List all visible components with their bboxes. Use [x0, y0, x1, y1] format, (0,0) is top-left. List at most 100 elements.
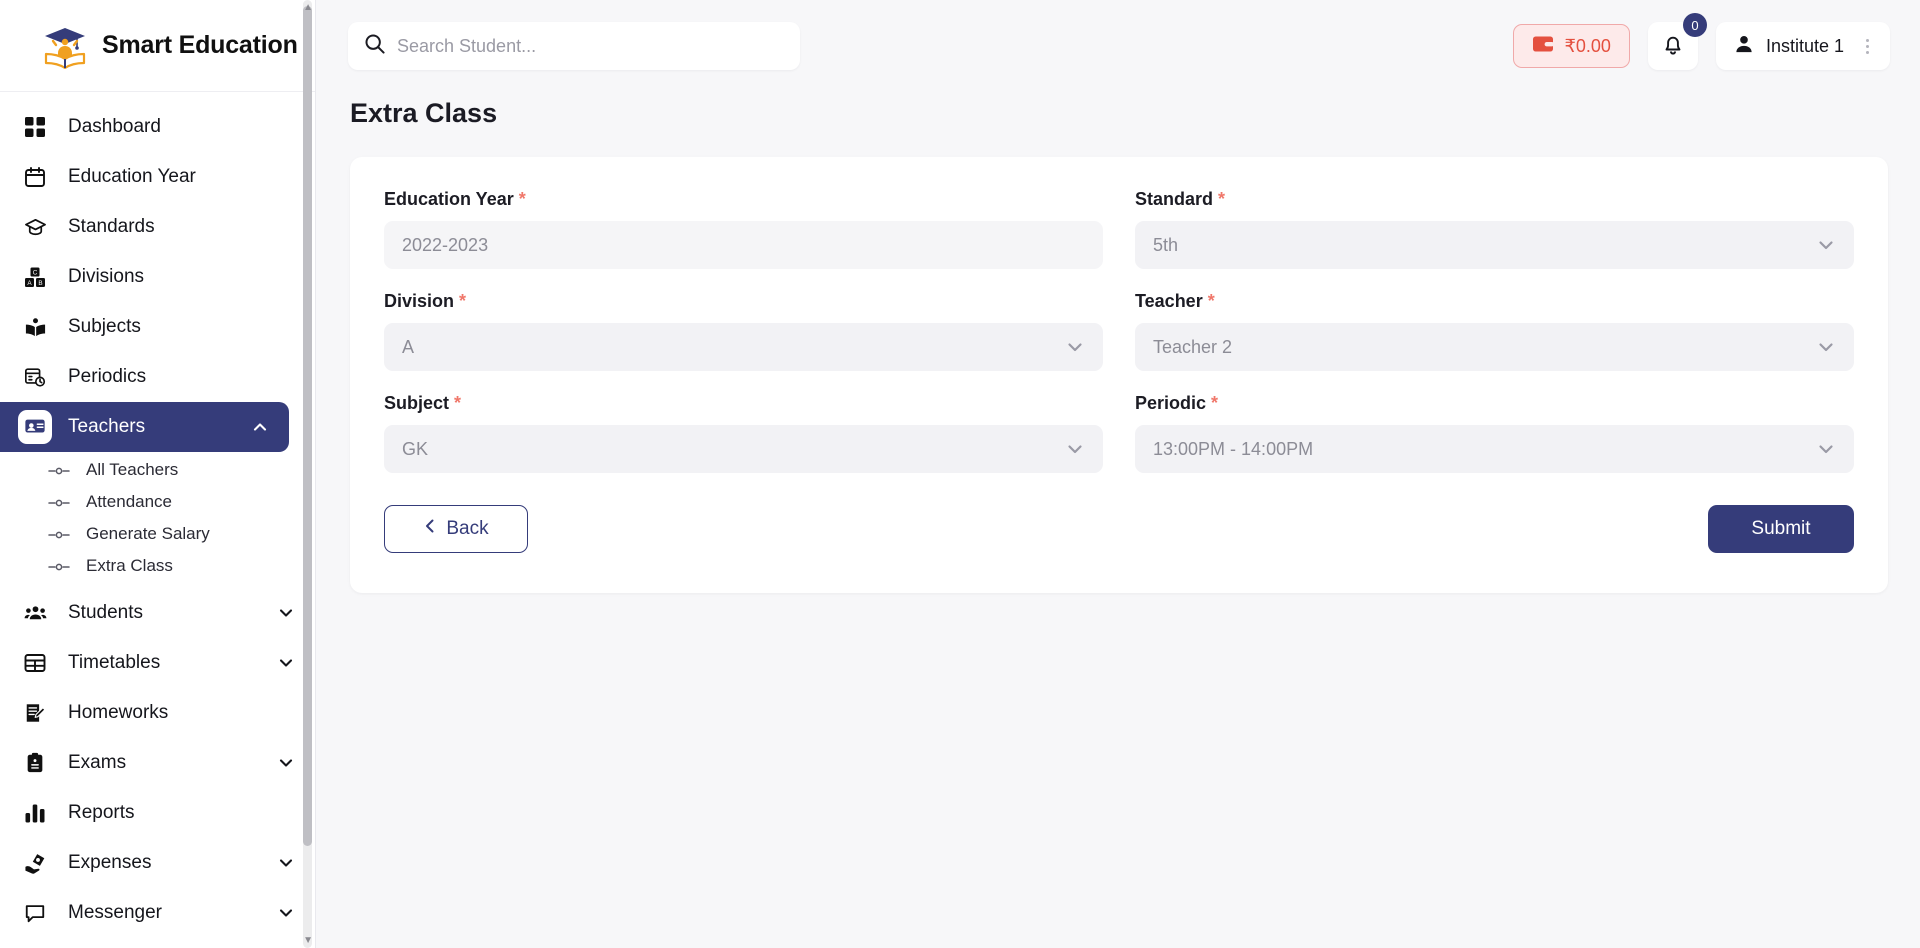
sidebar-item-education-year[interactable]: Education Year: [0, 152, 315, 202]
periodic-select[interactable]: 13:00PM - 14:00PM: [1135, 425, 1854, 473]
submenu-item-generate-salary[interactable]: Generate Salary: [0, 518, 315, 550]
field-subject: Subject * GK: [384, 393, 1103, 495]
clipboard-icon: [18, 746, 52, 780]
user-icon: [1734, 34, 1754, 59]
field-education-year: Education Year * 2022-2023: [384, 189, 1103, 291]
open-book-icon: [18, 310, 52, 344]
table-icon: [18, 646, 52, 680]
search-bar[interactable]: [348, 22, 800, 70]
field-value: Teacher 2: [1153, 336, 1233, 357]
sidebar-item-exams[interactable]: Exams: [0, 738, 315, 788]
app-root: Smart Education Dashboard Education Year…: [0, 0, 1920, 948]
field-label: Education Year *: [384, 189, 1103, 210]
sidebar-item-label: Messenger: [68, 902, 162, 923]
education-year-input[interactable]: 2022-2023: [384, 221, 1103, 269]
subject-select[interactable]: GK: [384, 425, 1103, 473]
sidebar-item-label: Teachers: [68, 416, 146, 437]
label-text: Education Year: [384, 189, 514, 209]
bell-icon: [1661, 32, 1685, 61]
topbar: ₹0.00 0: [316, 0, 1920, 92]
sidebar-item-label: Divisions: [68, 266, 145, 287]
search-input[interactable]: [397, 35, 784, 57]
svg-text:A: A: [27, 280, 32, 287]
sidebar-item-standards[interactable]: Standards: [0, 202, 315, 252]
sidebar-item-timetables[interactable]: Timetables: [0, 638, 315, 688]
submenu-item-all-teachers[interactable]: All Teachers: [0, 454, 315, 486]
sidebar-nav: Dashboard Education Year Standards C A B…: [0, 92, 315, 938]
division-select[interactable]: A: [384, 323, 1103, 371]
field-value: GK: [402, 438, 429, 459]
svg-text:B: B: [38, 280, 42, 287]
sidebar-item-label: Dashboard: [68, 116, 161, 137]
field-label: Periodic *: [1135, 393, 1854, 414]
teacher-select[interactable]: Teacher 2: [1135, 323, 1854, 371]
bar-chart-icon: [18, 796, 52, 830]
required-asterisk: *: [459, 291, 467, 311]
field-standard: Standard * 5th: [1135, 189, 1854, 291]
required-asterisk: *: [518, 189, 526, 209]
required-asterisk: *: [1211, 393, 1219, 413]
field-value: A: [402, 336, 415, 357]
sidebar-item-label: Reports: [68, 802, 135, 823]
page-title: Extra Class: [350, 98, 498, 128]
sidebar-item-expenses[interactable]: Expenses: [0, 838, 315, 888]
back-button[interactable]: Back: [384, 505, 528, 553]
teachers-submenu: All Teachers Attendance Generate Salary …: [0, 452, 315, 588]
sidebar-item-label: Subjects: [68, 316, 141, 337]
grid-icon: [18, 110, 52, 144]
scroll-down-arrow-icon[interactable]: ▼: [303, 935, 313, 946]
sidebar-item-students[interactable]: Students: [0, 588, 315, 638]
schedule-clock-icon: [18, 360, 52, 394]
sidebar-item-label: Education Year: [68, 166, 196, 187]
account-menu[interactable]: Institute 1: [1715, 22, 1890, 70]
sidebar-item-label: Expenses: [68, 852, 152, 873]
chevron-down-icon: [277, 854, 295, 872]
sidebar-item-subjects[interactable]: Subjects: [0, 302, 315, 352]
field-label: Subject *: [384, 393, 1103, 414]
sidebar-item-label: Timetables: [68, 652, 161, 673]
kebab-menu-icon[interactable]: [1856, 38, 1878, 54]
bullet-node-icon: [48, 528, 74, 540]
submenu-item-attendance[interactable]: Attendance: [0, 486, 315, 518]
sidebar-item-dashboard[interactable]: Dashboard: [0, 102, 315, 152]
required-asterisk: *: [1207, 291, 1215, 311]
brand[interactable]: Smart Education: [0, 0, 315, 92]
chevron-left-icon: [423, 518, 437, 540]
submenu-item-label: Attendance: [86, 492, 173, 511]
chevron-down-icon: [1816, 235, 1836, 255]
sidebar-item-homeworks[interactable]: Homeworks: [0, 688, 315, 738]
teacher-board-icon: [18, 410, 52, 444]
graduation-cap-icon: [18, 210, 52, 244]
chevron-down-icon: [1816, 337, 1836, 357]
submit-button[interactable]: Submit: [1708, 505, 1854, 553]
sidebar-item-label: Exams: [68, 752, 127, 773]
sidebar-item-reports[interactable]: Reports: [0, 788, 315, 838]
form-actions: Back Submit: [384, 495, 1854, 553]
bullet-node-icon: [48, 496, 74, 508]
wallet-amount: ₹0.00: [1564, 35, 1611, 56]
wallet-button[interactable]: ₹0.00: [1513, 24, 1630, 68]
users-icon: [18, 596, 52, 630]
field-label: Standard *: [1135, 189, 1854, 210]
sidebar-item-periodics[interactable]: Periodics: [0, 352, 315, 402]
sidebar-item-divisions[interactable]: C A B Divisions: [0, 252, 315, 302]
hand-money-icon: [18, 846, 52, 880]
sidebar-item-teachers[interactable]: Teachers: [0, 402, 289, 452]
label-text: Periodic: [1135, 393, 1207, 413]
chevron-down-icon: [1065, 337, 1085, 357]
submenu-item-extra-class[interactable]: Extra Class: [0, 550, 315, 582]
standard-select[interactable]: 5th: [1135, 221, 1854, 269]
label-text: Teacher: [1135, 291, 1203, 311]
submenu-item-label: All Teachers: [86, 460, 179, 479]
field-label: Teacher *: [1135, 291, 1854, 312]
scroll-up-arrow-icon[interactable]: ▲: [303, 2, 313, 13]
chevron-down-icon: [1065, 439, 1085, 459]
label-text: Subject: [384, 393, 450, 413]
notifications[interactable]: 0: [1647, 13, 1707, 70]
brand-name: Smart Education: [102, 31, 298, 59]
chevron-down-icon: [1816, 439, 1836, 459]
sidebar-item-messenger[interactable]: Messenger: [0, 888, 315, 938]
sidebar-scrollbar-thumb[interactable]: [303, 6, 312, 846]
field-label: Division *: [384, 291, 1103, 312]
field-periodic: Periodic * 13:00PM - 14:00PM: [1135, 393, 1854, 495]
